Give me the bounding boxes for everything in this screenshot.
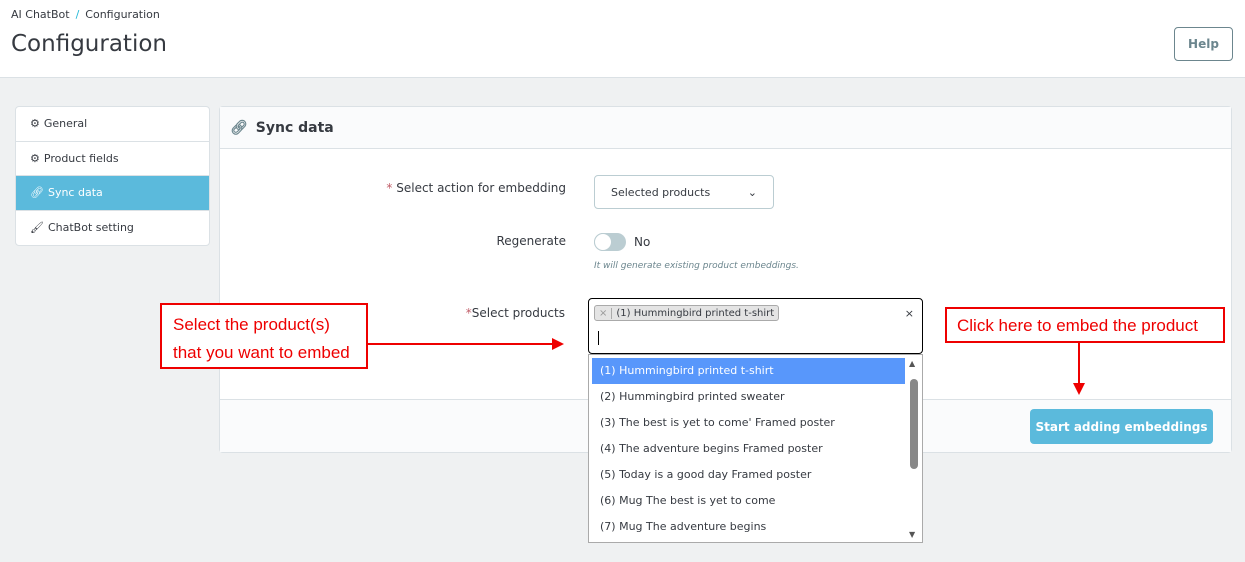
gears-icon: ⚙ bbox=[30, 117, 40, 131]
arrowhead-icon bbox=[552, 338, 564, 350]
products-dropdown: (1) Hummingbird printed t-shirt (2) Humm… bbox=[588, 354, 923, 543]
breadcrumb: AI ChatBot / Configuration bbox=[11, 8, 160, 21]
breadcrumb-current: Configuration bbox=[85, 8, 160, 21]
action-select-value: Selected products bbox=[611, 185, 711, 199]
sidebar-item-label: ChatBot setting bbox=[47, 221, 134, 235]
annotation-arrow-right bbox=[368, 343, 554, 345]
sidebar-item-general[interactable]: ⚙ General bbox=[16, 107, 209, 142]
annotation-select-products: Select the product(s) that you want to em… bbox=[160, 303, 368, 369]
selected-product-chip: × (1) Hummingbird printed t-shirt bbox=[594, 305, 780, 321]
dropdown-scrollbar[interactable]: ▲ ▼ bbox=[908, 359, 920, 539]
page-title: Configuration bbox=[11, 31, 167, 57]
page-header: AI ChatBot / Configuration Configuration H… bbox=[0, 0, 1245, 78]
remove-chip-icon[interactable]: × bbox=[595, 307, 613, 319]
scrollbar-thumb[interactable] bbox=[910, 379, 918, 469]
products-multiselect[interactable]: × (1) Hummingbird printed t-shirt × bbox=[588, 298, 923, 354]
breadcrumb-separator: / bbox=[75, 8, 80, 21]
product-option[interactable]: (1) Hummingbird printed t-shirt bbox=[592, 358, 905, 384]
product-option[interactable]: (2) Hummingbird printed sweater bbox=[592, 384, 905, 410]
scroll-up-icon[interactable]: ▲ bbox=[909, 359, 915, 368]
sidebar-item-sync-data[interactable]: 🔗︎ Sync data bbox=[16, 176, 209, 211]
clear-icon[interactable]: × bbox=[905, 307, 914, 320]
product-option[interactable]: (7) Mug The adventure begins bbox=[592, 514, 905, 540]
link-icon: 🔗︎ bbox=[30, 186, 44, 200]
annotation-embed-button: Click here to embed the product bbox=[945, 307, 1225, 343]
regenerate-value: No bbox=[634, 235, 651, 249]
product-option[interactable]: (4) The adventure begins Framed poster bbox=[592, 436, 905, 462]
gear-icon: ⚙ bbox=[30, 151, 40, 165]
panel-title: Sync data bbox=[255, 119, 334, 136]
product-option[interactable]: (6) Mug The best is yet to come bbox=[592, 488, 905, 514]
breadcrumb-parent[interactable]: AI ChatBot bbox=[11, 8, 70, 21]
regenerate-label: Regenerate bbox=[496, 234, 566, 248]
products-label: *Select products bbox=[465, 306, 565, 320]
panel-header: 🔗︎ Sync data bbox=[220, 107, 1231, 149]
action-select[interactable]: Selected products ⌄ bbox=[594, 175, 774, 209]
scroll-down-icon[interactable]: ▼ bbox=[909, 530, 915, 539]
product-option[interactable]: (5) Today is a good day Framed poster bbox=[592, 462, 905, 488]
start-embeddings-button[interactable]: Start adding embeddings bbox=[1030, 409, 1213, 444]
sidebar-item-label: Sync data bbox=[47, 186, 103, 200]
link-icon: 🔗︎ bbox=[230, 119, 248, 136]
sidebar-item-chatbot-setting[interactable]: 🖌︎ ChatBot setting bbox=[16, 211, 209, 246]
sidebar-item-product-fields[interactable]: ⚙ Product fields bbox=[16, 142, 209, 176]
product-option[interactable]: (3) The best is yet to come' Framed post… bbox=[592, 410, 905, 436]
regenerate-help: It will generate existing product embedd… bbox=[594, 261, 799, 271]
search-caret[interactable] bbox=[598, 331, 599, 345]
action-label: * Select action for embedding bbox=[386, 181, 566, 195]
brush-icon: 🖌︎ bbox=[30, 221, 44, 235]
sidebar-item-label: General bbox=[43, 117, 88, 131]
sidebar: ⚙ General ⚙ Product fields 🔗︎ Sync data 🖌︎ C… bbox=[15, 106, 210, 246]
sidebar-item-label: Product fields bbox=[43, 151, 119, 165]
help-button[interactable]: Help bbox=[1174, 27, 1233, 61]
annotation-arrow-down bbox=[1078, 343, 1080, 385]
regenerate-toggle[interactable] bbox=[594, 233, 626, 251]
chevron-down-icon: ⌄ bbox=[747, 185, 757, 199]
chip-label: (1) Hummingbird printed t-shirt bbox=[616, 307, 775, 319]
arrowhead-icon bbox=[1073, 383, 1085, 395]
